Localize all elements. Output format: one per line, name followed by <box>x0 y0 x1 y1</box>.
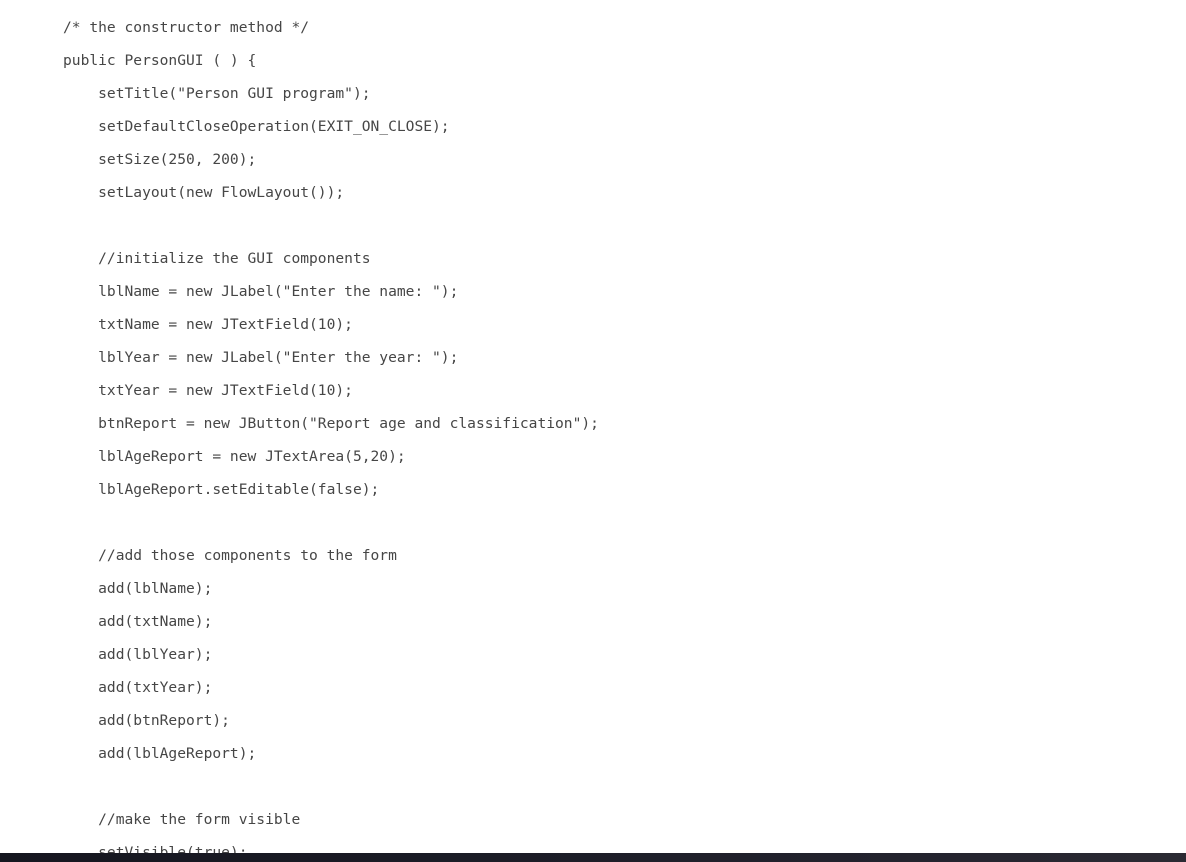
code-line: lblAgeReport = new JTextArea(5,20); <box>63 448 406 465</box>
code-line: add(lblYear); <box>63 646 213 663</box>
code-line: /* the constructor method */ <box>63 19 310 36</box>
code-line: add(btnReport); <box>63 712 230 729</box>
bottom-edge-bar <box>0 853 1186 862</box>
code-line: public PersonGUI ( ) { <box>63 52 257 69</box>
code-line: txtName = new JTextField(10); <box>63 316 353 333</box>
code-line: add(txtYear); <box>63 679 213 696</box>
code-line: add(txtName); <box>63 613 213 630</box>
code-line: //make the form visible <box>63 811 301 828</box>
code-line: setTitle("Person GUI program"); <box>63 85 371 102</box>
code-line: lblAgeReport.setEditable(false); <box>63 481 380 498</box>
code-line: txtYear = new JTextField(10); <box>63 382 353 399</box>
code-line: setDefaultCloseOperation(EXIT_ON_CLOSE); <box>63 118 450 135</box>
code-listing: /* the constructor method */ public Perso… <box>0 0 1186 862</box>
code-line: add(lblAgeReport); <box>63 745 257 762</box>
code-line: setSize(250, 200); <box>63 151 257 168</box>
code-line: lblYear = new JLabel("Enter the year: ")… <box>63 349 459 366</box>
code-line: lblName = new JLabel("Enter the name: ")… <box>63 283 459 300</box>
code-line: setLayout(new FlowLayout()); <box>63 184 345 201</box>
screenshot-root: /* the constructor method */ public Perso… <box>0 0 1186 862</box>
code-line: btnReport = new JButton("Report age and … <box>63 415 599 432</box>
code-line: //initialize the GUI components <box>63 250 371 267</box>
code-line: add(lblName); <box>63 580 213 597</box>
code-line: //add those components to the form <box>63 547 397 564</box>
